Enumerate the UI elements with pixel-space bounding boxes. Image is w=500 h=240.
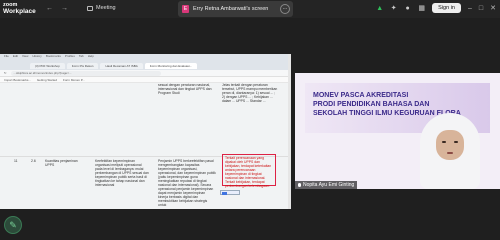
face [436,130,464,160]
shared-screen: File Edit View History Bookmarks Profile… [0,54,291,209]
share-badge: E [182,5,189,13]
microphone-icon [298,183,301,187]
top-right-text: Jelas terkait dengan peraturan tersebut,… [222,83,278,103]
meeting-label: Meeting [96,5,116,11]
eye [454,141,458,143]
pin-icon[interactable]: ✦ [390,5,397,12]
layout-icon[interactable]: ▦ [418,5,425,12]
shield-icon[interactable]: ▲ [376,5,383,12]
menu-item[interactable]: Help [88,54,94,58]
participant-video: MONEV PASCA AKREDITASI PRODI PENDIDIKAN … [295,73,500,189]
criteria-top-text: sesuai dengan peraturan nasional, intern… [158,83,212,95]
menu-item[interactable]: Bookmarks [46,54,61,58]
record-icon[interactable]: ● [404,5,411,12]
scrollbar[interactable] [288,54,291,209]
browser-menu: File Edit View History Bookmarks Profile… [4,54,94,58]
sign-in-button[interactable]: Sign in [432,3,461,13]
sub-number: 2.6 [31,159,36,163]
participant-person [420,113,480,189]
share-title: Erry Retna Ambarwati's screen [193,6,269,12]
menu-item[interactable]: View [22,54,28,58]
description-text: Penjamin UPPS berkeefektifan pasal menge… [158,159,216,207]
window-controls: ▲ ✦ ● ▦ Sign in – □ ✕ [376,3,496,13]
logo-workplace: Workplace [3,7,36,15]
app-logo: zoom Workplace [3,2,36,15]
browser-tabs: File Edit View History Bookmarks Profile… [0,54,291,62]
criteria-text: Keefektifan kepemimpinan organisasi meli… [95,159,149,187]
banner-line: PRODI PENDIDIKAN BAHASA DAN [313,101,430,108]
mouth [447,152,453,154]
close-icon[interactable]: ✕ [490,4,496,12]
eye [442,141,446,143]
title-bar: zoom Workplace ← → Meeting E Erry Retna … [0,0,500,18]
menu-item[interactable]: Edit [13,54,18,58]
menu-item[interactable]: Profiles [65,54,75,58]
url-input[interactable]: ...stkipflora.ac.id/monev/index.php?page… [10,70,161,76]
back-icon[interactable]: ← [46,5,53,12]
row-number: 11 [14,159,18,163]
highlighted-note[interactable]: Terkait perencanaan yang dipakai oleh UP… [222,154,276,188]
bookmark[interactable]: Import Bookmarks... [4,78,31,82]
bookmark[interactable]: Getting Started [37,78,57,82]
select-control[interactable] [220,190,240,195]
more-options-icon[interactable]: ··· [280,4,290,14]
banner-line: MONEV PASCA AKREDITASI [313,92,409,99]
document-area: sesuai dengan peraturan nasional, intern… [0,83,291,209]
browser-tab-strip: (3) PDF Workshop Form Pts Rekon Hasil Re… [0,62,291,70]
select-button[interactable] [222,192,227,195]
reload-icon[interactable]: ↻ [4,71,7,75]
participant-name-tag: Nopita Ayu Emi Ginting [295,181,358,189]
menu-item[interactable]: File [4,54,9,58]
browser-tab[interactable]: (3) PDF Workshop [30,63,65,69]
participant-name: Nopita Ayu Emi Ginting [303,182,355,188]
forward-icon[interactable]: → [61,5,68,12]
meeting-tab[interactable]: Meeting [87,5,116,11]
bookmark[interactable]: Form Monev P... [63,78,85,82]
maximize-icon[interactable]: □ [479,5,483,12]
highlight-text: Terkait perencanaan yang dipakai oleh UP… [225,156,272,188]
nav-buttons: ← → [46,5,68,12]
address-bar: ↻ ...stkipflora.ac.id/monev/index.php?pa… [0,70,291,77]
screen-share-tab[interactable]: E Erry Retna Ambarwati's screen ··· [178,1,293,17]
indicator-text: Kuantitas penjaminan UPPS [45,159,78,167]
browser-tab[interactable]: Hasil Recaman AT ISBA [100,63,143,69]
video-camera-icon [87,5,93,11]
menu-item[interactable]: History [32,54,41,58]
menu-item[interactable]: Tab [79,54,84,58]
browser-tab-active[interactable]: Form Monitoring dan Evaluasi... [144,63,198,69]
pencil-icon[interactable]: ✎ [4,216,22,234]
minimize-icon[interactable]: – [468,5,472,12]
browser-tab[interactable]: Form Pts Rekon [66,63,99,69]
